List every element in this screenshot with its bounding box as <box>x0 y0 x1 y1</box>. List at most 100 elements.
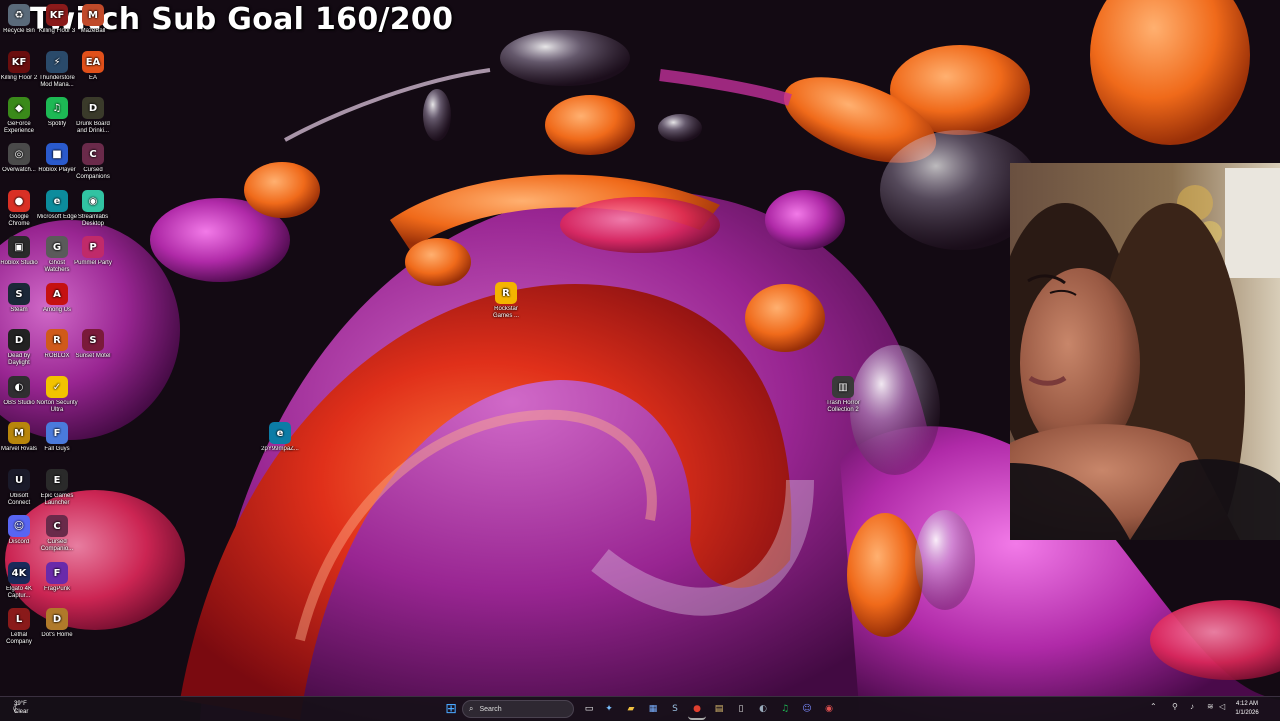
desktop-icon-sunset-motel[interactable]: S Sunset Motel <box>72 329 114 360</box>
spotify-taskbar-icon[interactable]: ♫ <box>776 700 794 718</box>
roblox-2-icon: R <box>46 329 68 351</box>
killing-floor-3-icon: KF <box>46 4 68 26</box>
drunk-board-icon: D <box>82 97 104 119</box>
weather-icon: ☾ <box>12 703 22 715</box>
system-clock[interactable]: 4:12 AM 1/1/2026 <box>1228 700 1266 718</box>
desktop-icon-cursed-companions-2[interactable]: C Cursed Companio... <box>36 515 78 553</box>
network-tray-icon[interactable]: ⚲ <box>1172 702 1178 711</box>
norton-icon: ✓ <box>46 376 68 398</box>
desktop-icon-fragpunk[interactable]: F FragPunk <box>36 562 78 593</box>
desktop-icon-dots-home[interactable]: D Dot's Home <box>36 608 78 639</box>
dead-by-daylight-icon: D <box>8 329 30 351</box>
desktop-icon-fall-guys[interactable]: F Fall Guys <box>36 422 78 453</box>
fragpunk-icon: F <box>46 562 68 584</box>
desktop-icon-label: Lethal Company <box>6 632 32 645</box>
desktop-icon-norton[interactable]: ✓ Norton Security Ultra <box>36 376 78 414</box>
webcam-feed <box>1010 163 1280 540</box>
app-taskbar-icon[interactable]: ◉ <box>820 700 838 718</box>
thunderstore-icon: ⚡ <box>46 51 68 73</box>
desktop-icon-label: FragPunk <box>43 586 70 592</box>
desktop-icon-label: Roblox Studio <box>0 260 38 266</box>
clock-time: 4:12 AM <box>1235 701 1258 707</box>
chrome-taskbar-icon[interactable]: ● <box>688 700 706 720</box>
desktop-icon-label: EA <box>88 75 97 81</box>
discord-taskbar-icon[interactable]: ☺ <box>798 700 816 718</box>
desktop-icon-steam[interactable]: S Steam <box>0 283 40 314</box>
desktop-icon-killing-floor-2[interactable]: KF Killing Floor 2 <box>0 51 40 82</box>
desktop-icon-epic[interactable]: E Epic Games Launcher <box>36 469 78 507</box>
chrome-icon: ● <box>8 190 30 212</box>
desktop-icon-pummel-party[interactable]: P Pummel Party <box>72 236 114 267</box>
taskbar-search[interactable]: ⌕ Search <box>462 700 574 718</box>
mic-icon[interactable]: ♪ <box>1190 702 1194 711</box>
wifi-icon[interactable]: ≋ <box>1207 702 1214 711</box>
desktop-icon-label: Dead by Daylight <box>7 353 31 366</box>
desktop-icon-cursed-companions[interactable]: C Cursed Companions <box>72 143 114 181</box>
trash-horror-icon: ▥ <box>832 376 854 398</box>
desktop-icon-mazeball[interactable]: M MazeBall <box>72 4 114 35</box>
desktop-icon-label: Ubisoft Connect <box>7 493 31 506</box>
desktop-icon-zip-file[interactable]: e 2pY99mpaZ... <box>259 422 301 453</box>
ubisoft-icon: U <box>8 469 30 491</box>
desktop-icon-label: Killing Floor 2 <box>0 75 38 81</box>
volume-icon[interactable]: ◁ <box>1219 702 1225 711</box>
document-icon[interactable]: ▯ <box>732 700 750 718</box>
obs-taskbar-icon[interactable]: ◐ <box>754 700 772 718</box>
desktop-icon-elgato[interactable]: 4K Elgato 4K Captur... <box>0 562 40 600</box>
desktop-icon-label: Pummel Party <box>74 260 112 266</box>
chevron-up-icon[interactable]: ⌃ <box>1150 702 1157 711</box>
desktop-icon-dead-by-daylight[interactable]: D Dead by Daylight <box>0 329 40 367</box>
desktop-icon-label: GeForce Experience <box>3 121 35 134</box>
geforce-icon: ◆ <box>8 97 30 119</box>
desktop-icon-label: OBS Studio <box>3 400 35 406</box>
file-explorer-icon[interactable]: ▰ <box>622 700 640 718</box>
recycle-bin-icon: ♻ <box>8 4 30 26</box>
ghost-watchers-icon: G <box>46 236 68 258</box>
desktop-icon-label: Streamlabs Desktop <box>77 214 109 227</box>
taskbar: 39°F Clear ☾ ⊞ ⌕ Search ▭ ✦ ▰ ▦ S ● ▤ ▯ … <box>0 696 1280 721</box>
task-view-icon[interactable]: ▭ <box>580 700 598 718</box>
desktop-icon-trash-horror[interactable]: ▥ Trash Horror Collection 2 <box>822 376 864 414</box>
desktop-icon-roblox-studio[interactable]: ▣ Roblox Studio <box>0 236 40 267</box>
desktop-icon-label: Cursed Companions <box>76 167 110 180</box>
dots-home-icon: D <box>46 608 68 630</box>
start-button[interactable]: ⊞ <box>442 700 460 718</box>
desktop-icon-label: Fall Guys <box>44 446 70 452</box>
streamlabs-icon: ◉ <box>82 190 104 212</box>
desktop-icon-geforce[interactable]: ◆ GeForce Experience <box>0 97 40 135</box>
desktop-icon-overwatch[interactable]: ◎ Overwatch... <box>0 143 40 174</box>
rockstar-icon: R <box>495 282 517 304</box>
desktop-icon-label: MazeBall <box>80 28 106 34</box>
desktop-icon-obs[interactable]: ◐ OBS Studio <box>0 376 40 407</box>
desktop-icon-ea[interactable]: EA EA <box>72 51 114 82</box>
desktop-icon-rockstar[interactable]: R Rockstar Games ... <box>485 282 527 320</box>
marvel-rivals-icon: M <box>8 422 30 444</box>
desktop-icon-label: Epic Games Launcher <box>40 493 74 506</box>
copilot-icon[interactable]: ✦ <box>600 700 618 718</box>
desktop-icon-marvel-rivals[interactable]: M Marvel Rivals <box>0 422 40 453</box>
desktop-icon-label: Steam <box>10 307 28 313</box>
desktop-icon-ubisoft[interactable]: U Ubisoft Connect <box>0 469 40 507</box>
notes-icon[interactable]: ▤ <box>710 700 728 718</box>
desktop-icon-recycle-bin[interactable]: ♻ Recycle Bin <box>0 4 40 35</box>
store-icon[interactable]: ▦ <box>644 700 662 718</box>
spotify-icon: ♫ <box>46 97 68 119</box>
elgato-icon: 4K <box>8 562 30 584</box>
desktop-icon-label: Google Chrome <box>8 214 30 227</box>
desktop-icon-lethal-company[interactable]: L Lethal Company <box>0 608 40 646</box>
desktop-icon-label: 2pY99mpaZ... <box>261 446 299 452</box>
ea-icon: EA <box>82 51 104 73</box>
desktop-icon-drunk-board[interactable]: D Drunk Board and Drinki... <box>72 97 114 135</box>
desktop-icon-label: Norton Security Ultra <box>36 400 78 413</box>
pummel-party-icon: P <box>82 236 104 258</box>
desktop-icon-among-us[interactable]: A Among Us <box>36 283 78 314</box>
sunset-motel-icon: S <box>82 329 104 351</box>
lethal-company-icon: L <box>8 608 30 630</box>
desktop-icon-chrome[interactable]: ● Google Chrome <box>0 190 40 228</box>
steam-taskbar-icon[interactable]: S <box>666 700 684 718</box>
zip-file-icon: e <box>269 422 291 444</box>
desktop-icon-streamlabs[interactable]: ◉ Streamlabs Desktop <box>72 190 114 228</box>
desktop-icon-discord[interactable]: ☺ Discord <box>0 515 40 546</box>
search-placeholder: Search <box>479 705 502 713</box>
edge-icon: e <box>46 190 68 212</box>
